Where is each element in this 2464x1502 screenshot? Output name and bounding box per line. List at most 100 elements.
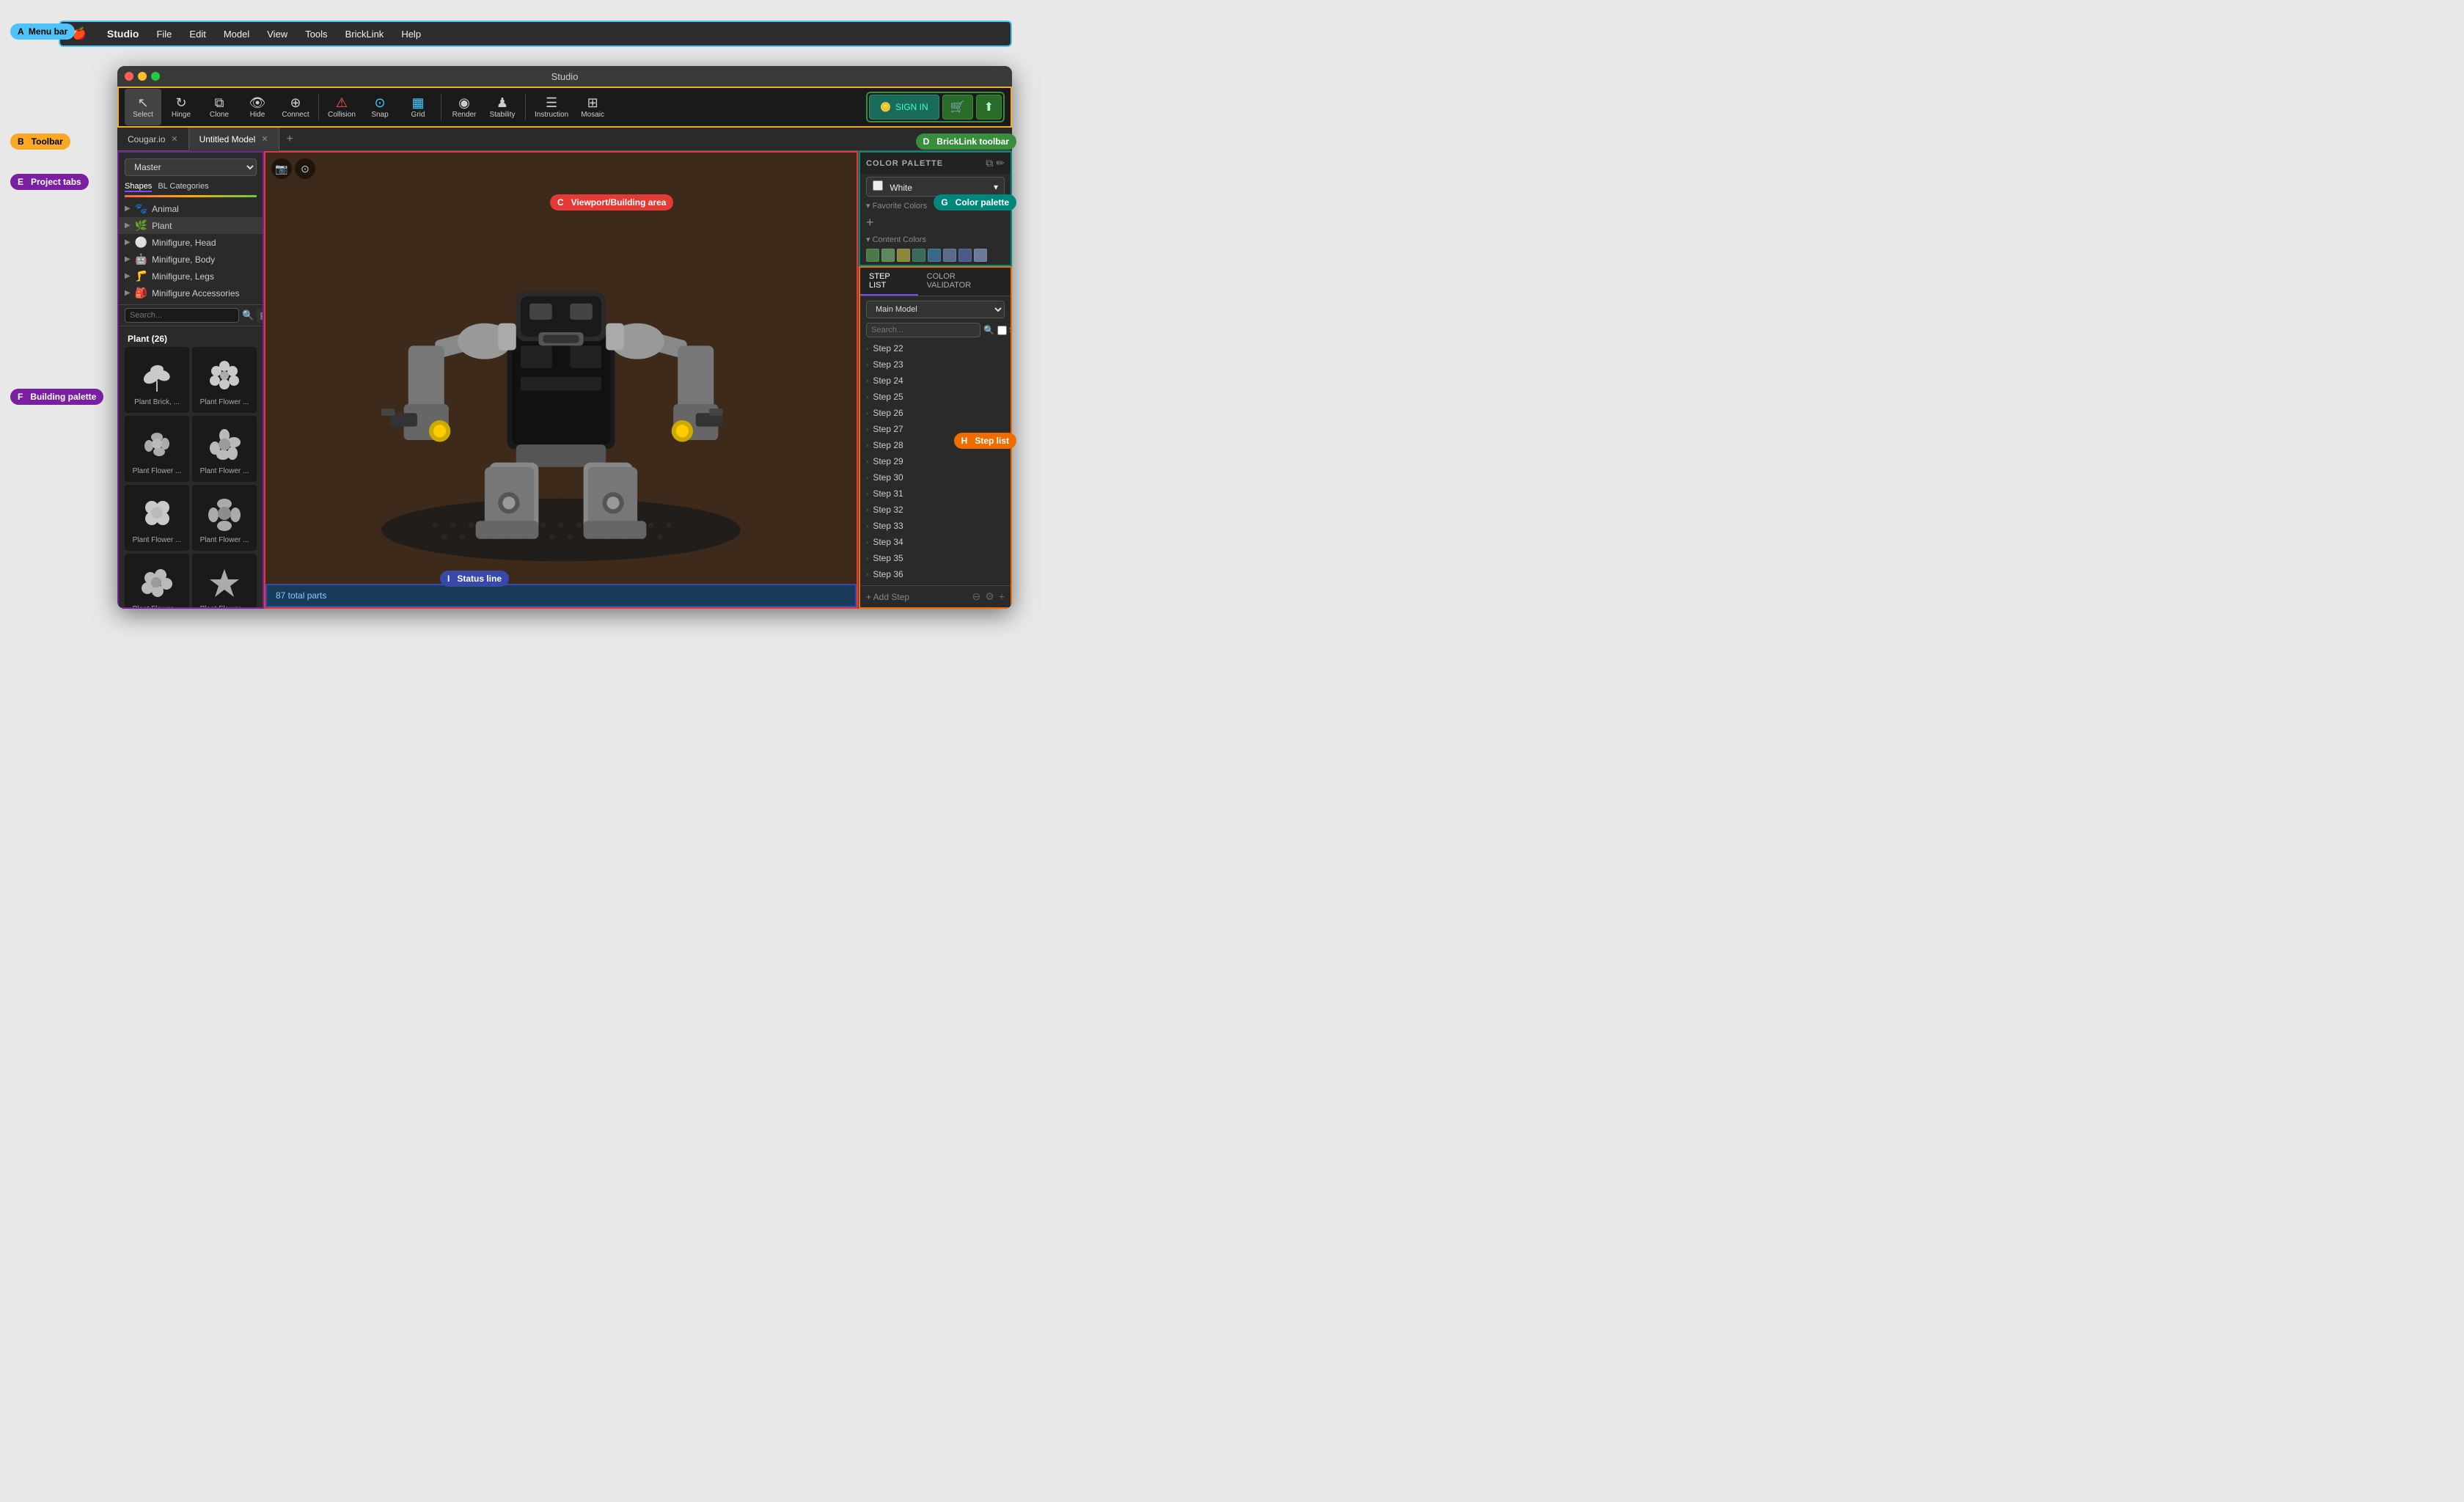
menu-item-model[interactable]: Model	[224, 29, 249, 40]
step-item-36[interactable]: › Step 36	[860, 566, 1011, 582]
upload-button[interactable]: ⬆	[976, 95, 1002, 120]
master-select[interactable]: Master	[125, 158, 257, 176]
step-item-23[interactable]: › Step 23	[860, 356, 1011, 373]
swatch-1[interactable]	[866, 249, 879, 262]
part-thumb	[135, 422, 179, 466]
tab-untitled[interactable]: Untitled Model ✕	[189, 128, 279, 151]
step-item-35[interactable]: › Step 35	[860, 550, 1011, 566]
sign-in-button[interactable]: 🪙 SIGN IN	[869, 95, 939, 120]
tree-item-minifig-accessories[interactable]: ▶ 🎒 Minifigure Accessories	[119, 285, 263, 301]
swatch-7[interactable]	[958, 249, 972, 262]
swatch-2[interactable]	[881, 249, 895, 262]
part-item-plant-flower-4[interactable]: Plant Flower ...	[125, 485, 189, 551]
connect-icon: ⊕	[290, 96, 301, 109]
add-favorite-button[interactable]: +	[866, 215, 874, 230]
step-item-34[interactable]: › Step 34	[860, 534, 1011, 550]
step-item-31[interactable]: › Step 31	[860, 486, 1011, 502]
step-item-32[interactable]: › Step 32	[860, 502, 1011, 518]
camera-button[interactable]: 📷	[271, 158, 292, 179]
part-item-plant-flower-3[interactable]: Plant Flower ...	[192, 416, 257, 482]
step-item-22[interactable]: › Step 22	[860, 340, 1011, 356]
toolbar-select[interactable]: ↖ Select	[125, 89, 161, 125]
menu-item-help[interactable]: Help	[401, 29, 421, 40]
menu-item-tools[interactable]: Tools	[305, 29, 327, 40]
palette-search-input[interactable]	[125, 308, 239, 323]
tab-color-validator[interactable]: COLOR VALIDATOR	[918, 268, 1011, 296]
list-view-button[interactable]: ▤	[257, 308, 264, 323]
menu-item-file[interactable]: File	[156, 29, 172, 40]
step-item-33[interactable]: › Step 33	[860, 518, 1011, 534]
swatch-4[interactable]	[912, 249, 925, 262]
step-item-30[interactable]: › Step 30	[860, 469, 1011, 486]
menu-item-view[interactable]: View	[267, 29, 287, 40]
toolbar-hinge[interactable]: ↻ Hinge	[163, 89, 199, 125]
part-item-plant-flower-2[interactable]: Plant Flower ...	[125, 416, 189, 482]
tree-item-animal[interactable]: ▶ 🐾 Animal	[119, 200, 263, 217]
color-select-dropdown[interactable]: White ▾	[866, 177, 1005, 197]
maximize-button[interactable]	[151, 72, 160, 81]
swatch-3[interactable]	[897, 249, 910, 262]
tab-cougar[interactable]: Cougar.io ✕	[117, 128, 189, 151]
step-item-25[interactable]: › Step 25	[860, 389, 1011, 405]
step-arrow: ›	[866, 522, 868, 530]
tree-item-plant[interactable]: ▶ 🌿 Plant	[119, 217, 263, 234]
toolbar-instruction[interactable]: ☰ Instruction	[530, 89, 573, 125]
search-icon: 🔍	[242, 309, 254, 321]
part-item-plant-brick[interactable]: Plant Brick, ...	[125, 347, 189, 413]
swatch-8[interactable]	[974, 249, 987, 262]
tree-item-minifig-body[interactable]: ▶ 🤖 Minifigure, Body	[119, 251, 263, 268]
step-item-24[interactable]: › Step 24	[860, 373, 1011, 389]
title-bar: Studio	[117, 66, 1012, 87]
tab-step-list[interactable]: STEP LIST	[860, 268, 918, 296]
toolbar-render[interactable]: ◉ Render	[446, 89, 483, 125]
tab-untitled-close[interactable]: ✕	[261, 134, 268, 144]
step-item-29[interactable]: › Step 29	[860, 453, 1011, 469]
swatch-5[interactable]	[928, 249, 941, 262]
instruction-icon: ☰	[546, 96, 557, 109]
tree-item-minifig-legs[interactable]: ▶ 🦵 Minifigure, Legs	[119, 268, 263, 285]
settings-icon[interactable]: ⚙	[985, 590, 994, 603]
toolbar-hide[interactable]: 👁 Hide	[239, 89, 276, 125]
toolbar-mosaic[interactable]: ⊞ Mosaic	[574, 89, 611, 125]
step-view-checkbox[interactable]	[997, 326, 1007, 335]
add-icon[interactable]: +	[999, 590, 1005, 603]
add-step-button[interactable]: + Add Step	[866, 592, 909, 602]
close-button[interactable]	[125, 72, 133, 81]
menu-item-edit[interactable]: Edit	[189, 29, 205, 40]
model-select[interactable]: Main Model	[866, 301, 1005, 318]
step-item-26[interactable]: › Step 26	[860, 405, 1011, 421]
toolbar-collision[interactable]: ⚠ Collision	[323, 89, 360, 125]
toolbar-render-label: Render	[452, 111, 477, 119]
toolbar-connect[interactable]: ⊕ Connect	[277, 89, 314, 125]
swatch-6[interactable]	[943, 249, 956, 262]
tree-tab-shapes[interactable]: Shapes	[125, 182, 152, 192]
filter-icon[interactable]: ⧉	[986, 157, 993, 169]
viewport-content[interactable]	[265, 153, 857, 584]
menu-item-bricklink[interactable]: BrickLink	[345, 29, 384, 40]
edit-colors-button[interactable]: ✏	[996, 157, 1005, 169]
minimize-button[interactable]	[138, 72, 147, 81]
step-label: Step 34	[873, 537, 903, 547]
menu-item-studio[interactable]: Studio	[107, 28, 139, 40]
toolbar-grid[interactable]: ▦ Grid	[400, 89, 436, 125]
part-item-plant-flower-5[interactable]: Plant Flower ...	[192, 485, 257, 551]
tree-tab-bl-categories[interactable]: BL Categories	[158, 182, 208, 192]
toolbar-stability[interactable]: ♟ Stability	[484, 89, 521, 125]
cart-button[interactable]: 🛒	[942, 95, 973, 120]
step-search-input[interactable]	[866, 323, 980, 337]
part-item-plant-flower-1[interactable]: Plant Flower ...	[192, 347, 257, 413]
add-tab-button[interactable]: +	[279, 133, 301, 146]
minimize-icon[interactable]: ⊖	[972, 590, 981, 603]
toolbar-snap[interactable]: ⊙ Snap	[362, 89, 398, 125]
target-button[interactable]: ⊙	[295, 158, 315, 179]
footer-icons: ⊖ ⚙ +	[972, 590, 1005, 603]
part-item-plant-flower-7[interactable]: Plant Flower ...	[192, 554, 257, 607]
part-item-plant-flower-6[interactable]: Plant Flower ...	[125, 554, 189, 607]
tab-cougar-close[interactable]: ✕	[171, 134, 177, 144]
part-label: Plant Flower ...	[128, 605, 186, 607]
toolbar-instruction-label: Instruction	[535, 111, 568, 119]
toolbar-clone[interactable]: ⧉ Clone	[201, 89, 238, 125]
step-arrow: ›	[866, 361, 868, 369]
tree-item-minifig-head[interactable]: ▶ ⚪ Minifigure, Head	[119, 234, 263, 251]
step-label: Step 32	[873, 505, 903, 515]
